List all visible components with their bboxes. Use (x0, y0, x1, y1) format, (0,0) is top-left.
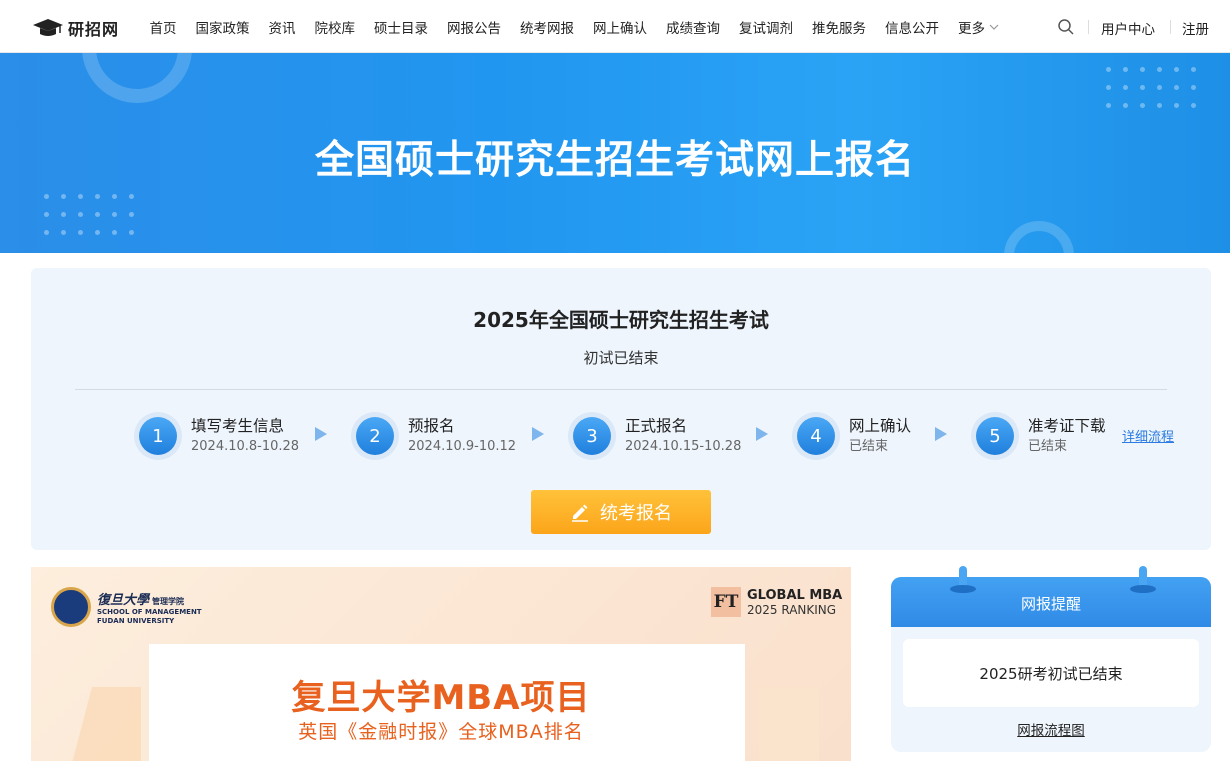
exam-register-label: 统考报名 (600, 503, 672, 524)
reminder-title: 网报提醒 (1020, 595, 1081, 613)
process-chart-link[interactable]: 网报流程图 (891, 719, 1211, 739)
ft-line-2: 2025 RANKING (747, 602, 837, 617)
step-number-badge: 2 (351, 412, 399, 460)
step-name: 正式报名 (625, 417, 688, 435)
step-arrow-icon (935, 427, 947, 441)
search-icon[interactable] (1057, 18, 1075, 36)
step-date: 已结束 (1028, 439, 1068, 454)
binder-ring-icon (950, 566, 976, 596)
school-name-cn: 復旦大學 (97, 592, 150, 608)
university-seal-icon (51, 587, 91, 627)
ft-logo: FT (711, 587, 741, 617)
step-item: 2 预报名 2024.10.9-10.12 (351, 410, 516, 462)
nav-item-catalog[interactable]: 硕士目录 (374, 17, 428, 37)
nav-item-news[interactable]: 资讯 (269, 17, 296, 37)
nav-item-info-disclosure[interactable]: 信息公开 (885, 17, 939, 37)
school-name-cn-sub: 管理学院 (152, 595, 185, 606)
decorative-dots (44, 194, 134, 235)
main-nav: 首页 国家政策 资讯 院校库 硕士目录 网报公告 统考网报 网上确认 成绩查询 … (140, 0, 1009, 53)
nav-item-announcements[interactable]: 网报公告 (447, 17, 501, 37)
nav-item-retest-adjust[interactable]: 复试调剂 (739, 17, 793, 37)
step-date: 已结束 (849, 439, 889, 454)
nav-item-schools[interactable]: 院校库 (315, 17, 356, 37)
site-logo[interactable]: 研招网 (32, 16, 119, 40)
registration-panel: 2025年全国硕士研究生招生考试 初试已结束 1 填写考生信息 2024.10.… (31, 268, 1211, 550)
ad-subtitle: 英国《金融时报》全球MBA排名 (298, 721, 584, 743)
nav-item-exam-registration[interactable]: 统考网报 (520, 17, 574, 37)
exam-register-button[interactable]: 统考报名 (531, 490, 711, 534)
nav-item-online-confirm[interactable]: 网上确认 (593, 17, 647, 37)
step-arrow-icon (532, 427, 544, 441)
decorative-ring (1004, 221, 1074, 253)
pencil-icon (572, 504, 588, 522)
top-navigation-bar: 研招网 首页 国家政策 资讯 院校库 硕士目录 网报公告 统考网报 网上确认 成… (0, 0, 1230, 53)
step-name: 网上确认 (849, 417, 912, 435)
school-name-en-1: SCHOOL OF MANAGEMENT (97, 607, 202, 616)
nav-item-recommendation[interactable]: 推免服务 (812, 17, 866, 37)
detail-process-link[interactable]: 详细流程 (1122, 426, 1174, 445)
decorative-dots (1106, 67, 1196, 108)
divider (75, 389, 1167, 390)
step-item: 3 正式报名 2024.10.15-10.28 (568, 410, 741, 462)
registration-title: 2025年全国硕士研究生招生考试 (473, 308, 769, 332)
nav-more-label: 更多 (958, 20, 985, 37)
step-number-badge: 1 (134, 412, 182, 460)
step-name: 填写考生信息 (191, 417, 285, 435)
decorative-ring (82, 53, 192, 103)
step-name: 预报名 (408, 417, 455, 435)
hero-banner: 全国硕士研究生招生考试网上报名 (0, 53, 1230, 253)
reminder-message: 2025研考初试已结束 (903, 639, 1199, 707)
fudan-logo: 復旦大學 管理学院 SCHOOL OF MANAGEMENT FUDAN UNIV… (51, 587, 202, 627)
step-date: 2024.10.9-10.12 (408, 439, 517, 454)
ft-ranking-badge: FT GLOBAL MBA 2025 RANKING (711, 587, 842, 617)
step-date: 2024.10.8-10.28 (191, 439, 300, 454)
nav-item-policy[interactable]: 国家政策 (196, 17, 250, 37)
ad-title: 复旦大学MBA项目 (291, 678, 591, 718)
user-center-link[interactable]: 用户中心 (1101, 18, 1155, 38)
register-link[interactable]: 注册 (1182, 18, 1209, 38)
binder-ring-icon (1130, 566, 1156, 596)
registration-reminder-card: 网报提醒 2025研考初试已结束 网报流程图 (891, 566, 1211, 752)
registration-status: 初试已结束 (583, 349, 659, 367)
step-number-badge: 3 (568, 412, 616, 460)
nav-item-score-query[interactable]: 成绩查询 (666, 17, 720, 37)
ft-line-1: GLOBAL MBA (747, 587, 843, 603)
logo-text: 研招网 (68, 20, 120, 39)
step-arrow-icon (756, 427, 768, 441)
nav-item-more[interactable]: 更多 (958, 17, 999, 37)
chevron-down-icon (989, 24, 999, 30)
step-name: 准考证下载 (1028, 417, 1106, 435)
nav-divider (1170, 20, 1171, 34)
step-item: 5 准考证下载 已结束 (971, 410, 1106, 462)
nav-item-home[interactable]: 首页 (150, 17, 177, 37)
step-date: 2024.10.15-10.28 (625, 439, 742, 454)
nav-divider (1088, 20, 1089, 34)
banner-title: 全国硕士研究生招生考试网上报名 (314, 138, 915, 183)
step-item: 1 填写考生信息 2024.10.8-10.28 (134, 410, 299, 462)
graduation-cap-icon (33, 19, 63, 36)
step-number-badge: 4 (792, 412, 840, 460)
step-number-badge: 5 (971, 412, 1019, 460)
fudan-mba-ad[interactable]: 復旦大學 管理学院 SCHOOL OF MANAGEMENT FUDAN UNIV… (31, 567, 851, 761)
school-name-en-2: FUDAN UNIVERSITY (97, 616, 175, 625)
reminder-header: 网报提醒 (891, 577, 1211, 627)
step-arrow-icon (315, 427, 327, 441)
step-item: 4 网上确认 已结束 (792, 410, 911, 462)
